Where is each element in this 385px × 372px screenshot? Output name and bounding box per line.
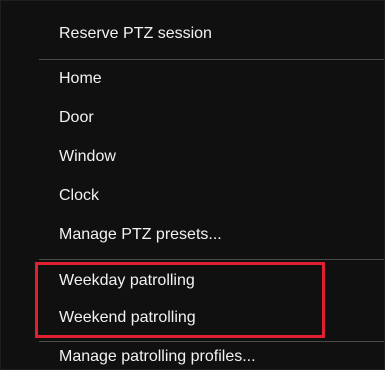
menu-item-reserve-ptz-session[interactable]: Reserve PTZ session	[59, 19, 212, 49]
context-menu: Reserve PTZ session Home Door Window Clo…	[0, 0, 385, 370]
menu-item-preset-window[interactable]: Window	[59, 142, 116, 172]
menu-item-preset-clock[interactable]: Clock	[59, 181, 99, 211]
menu-item-preset-home[interactable]: Home	[59, 64, 102, 94]
menu-item-weekday-patrolling[interactable]: Weekday patrolling	[59, 266, 195, 296]
menu-separator	[39, 259, 384, 260]
menu-item-manage-patrolling-profiles[interactable]: Manage patrolling profiles...	[59, 342, 256, 372]
menu-item-weekend-patrolling[interactable]: Weekend patrolling	[59, 303, 196, 333]
menu-item-preset-door[interactable]: Door	[59, 103, 94, 133]
menu-separator	[39, 59, 384, 60]
menu-item-manage-ptz-presets[interactable]: Manage PTZ presets...	[59, 220, 222, 250]
